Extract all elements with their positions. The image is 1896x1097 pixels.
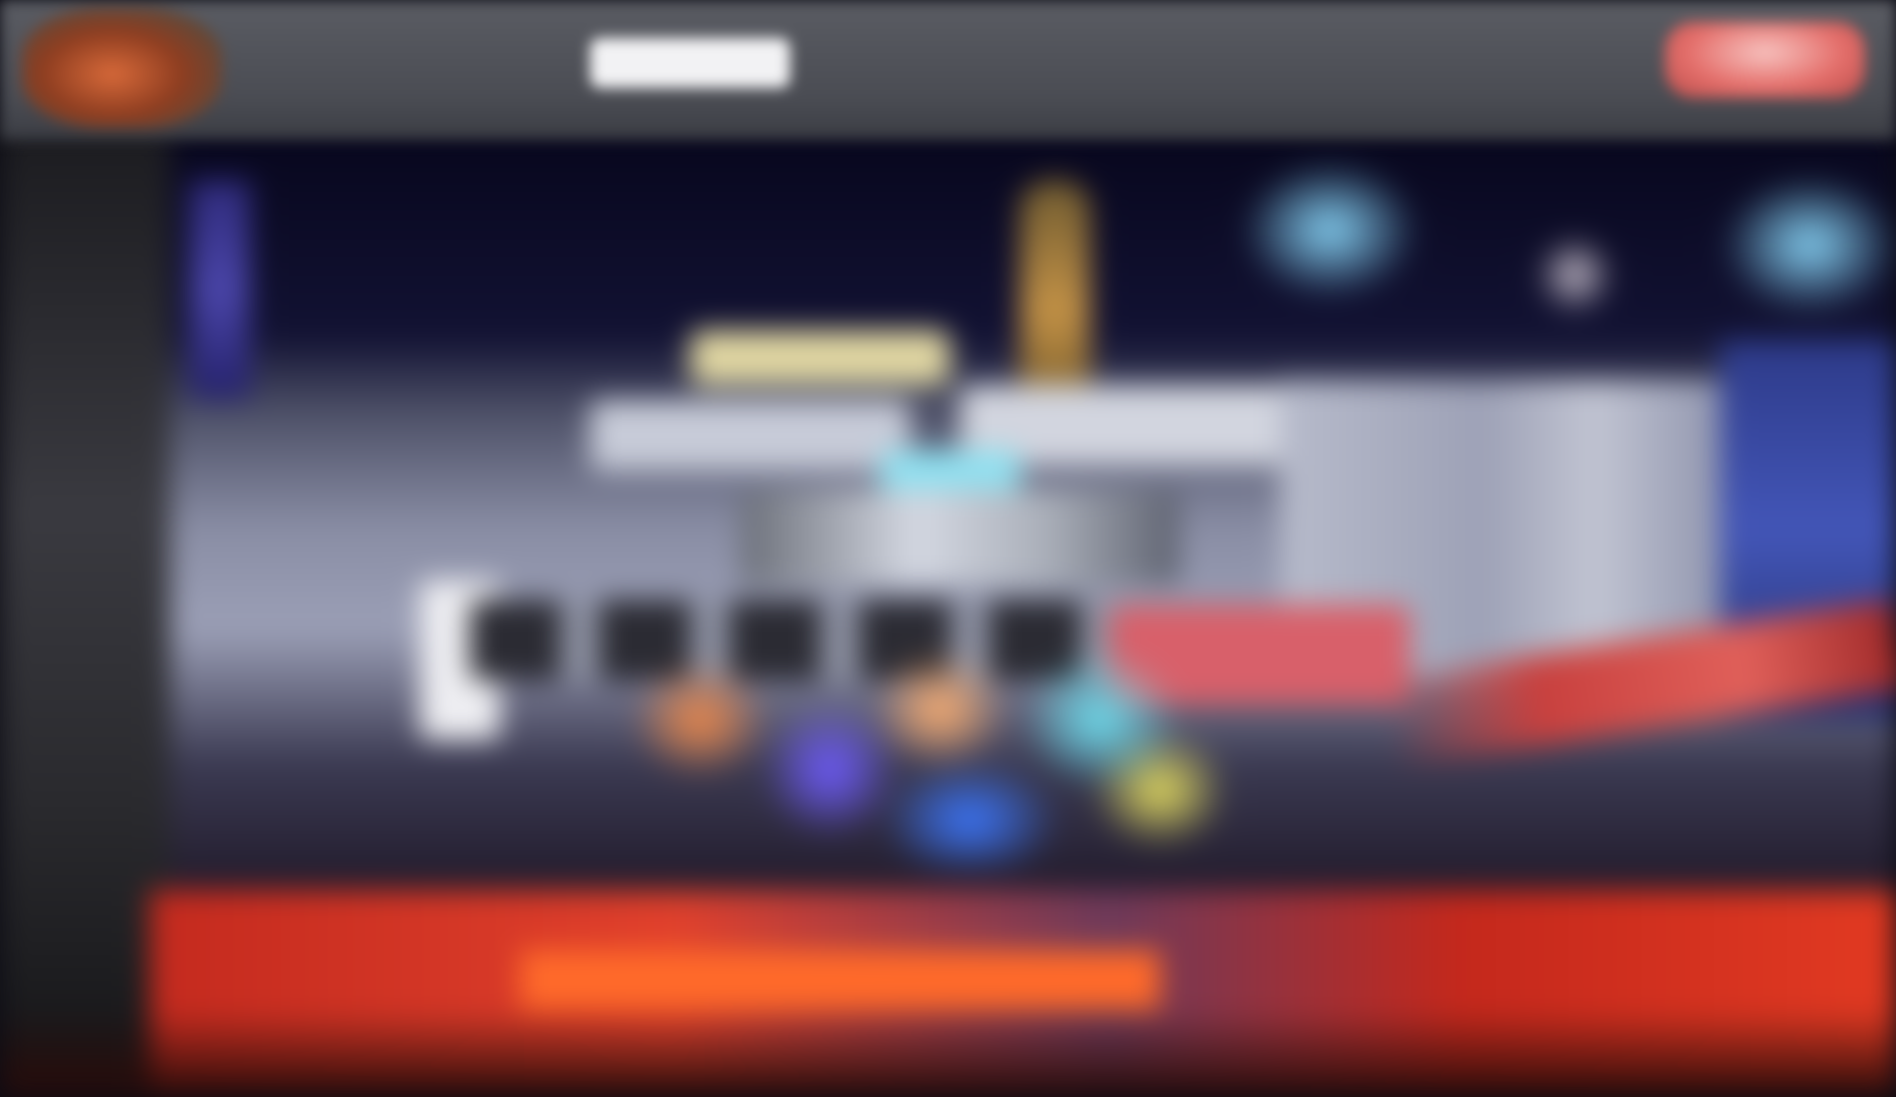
nav-item-active[interactable] xyxy=(590,38,790,88)
hero-image xyxy=(0,120,1896,1097)
nav-item-4[interactable] xyxy=(1150,38,1410,88)
cta-button[interactable] xyxy=(1665,22,1865,98)
hero-crowd-lights xyxy=(620,650,1220,870)
nav-item-2[interactable] xyxy=(820,38,910,88)
hero-bottom-shadow xyxy=(0,1010,1896,1097)
hero-sign-upper xyxy=(690,330,950,385)
hero-orange-band xyxy=(520,950,1160,1010)
nav-item-5[interactable] xyxy=(1455,38,1615,88)
nav-item-3[interactable] xyxy=(950,38,1100,88)
hero-purple-sign xyxy=(190,180,250,400)
hero-marquee xyxy=(740,490,1180,585)
hero-left-pillar xyxy=(0,120,170,1097)
hero-sign-left xyxy=(590,400,910,470)
page xyxy=(0,0,1896,1097)
top-navigation-bar xyxy=(0,0,1896,140)
brand-logo-icon[interactable] xyxy=(22,8,222,128)
brand-name[interactable] xyxy=(270,40,520,88)
